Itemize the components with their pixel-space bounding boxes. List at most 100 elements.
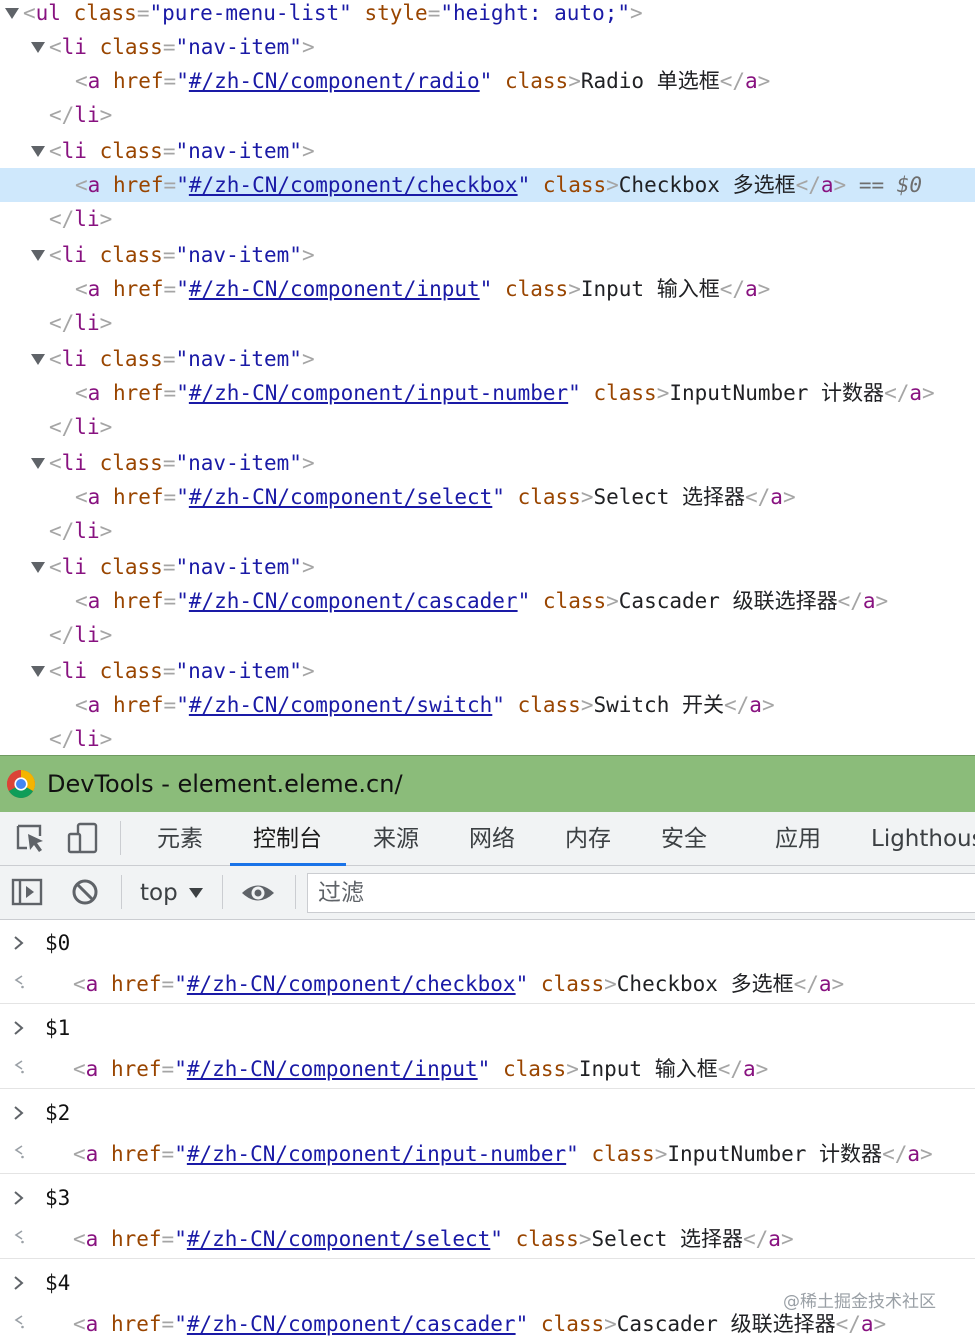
a-tag: a: [87, 485, 101, 509]
href-link[interactable]: #/zh-CN/component/input: [187, 1057, 478, 1081]
class-attr: class: [540, 972, 605, 996]
tree-node-a[interactable]: <a href="#/zh-CN/component/checkbox" cla…: [0, 168, 975, 202]
link-text: Input 输入框: [580, 277, 720, 301]
collapse-triangle-icon[interactable]: [29, 238, 45, 272]
class-attr: class: [591, 1142, 655, 1166]
tree-node-a[interactable]: <a href="#/zh-CN/component/input-number"…: [0, 376, 975, 410]
inspect-element-icon[interactable]: [10, 812, 48, 865]
collapse-triangle-icon[interactable]: [29, 134, 45, 168]
eye-icon[interactable]: [238, 866, 278, 919]
li-class-attr: class: [99, 555, 163, 579]
tree-node-li[interactable]: <li class="nav-item">: [0, 550, 975, 584]
chevron-down-icon[interactable]: [189, 888, 203, 898]
collapse-triangle-icon[interactable]: [29, 654, 45, 688]
clear-console-icon[interactable]: [66, 866, 104, 919]
href-link[interactable]: #/zh-CN/component/radio: [189, 69, 480, 93]
tree-node-a[interactable]: <a href="#/zh-CN/component/input" class>…: [0, 272, 975, 306]
toolbar-separator: [295, 875, 296, 909]
class-attr: class: [540, 1312, 605, 1336]
class-attr: class: [502, 1057, 567, 1081]
collapse-triangle-icon[interactable]: [29, 446, 45, 480]
tree-node-a[interactable]: <a href="#/zh-CN/component/radio" class>…: [0, 64, 975, 98]
href-link[interactable]: #/zh-CN/component/select: [189, 485, 492, 509]
li-close-tag: li: [74, 311, 100, 335]
tree-node-li[interactable]: <li class="nav-item">: [0, 30, 975, 64]
tree-node-a[interactable]: <a href="#/zh-CN/component/cascader" cla…: [0, 584, 975, 618]
console-command: $0: [0, 926, 975, 960]
href-attr: href: [112, 277, 164, 301]
console-command: $3: [0, 1181, 975, 1215]
tab-lighthouse[interactable]: Lighthouse: [871, 812, 975, 865]
collapse-triangle-icon[interactable]: [29, 30, 45, 64]
tree-node-li[interactable]: <li class="nav-item">: [0, 446, 975, 480]
device-toolbar-icon[interactable]: [64, 812, 102, 865]
a-tag: a: [85, 1312, 99, 1336]
li-close-tag: li: [74, 623, 100, 647]
href-link[interactable]: #/zh-CN/component/select: [187, 1227, 490, 1251]
tree-node-li[interactable]: <li class="nav-item">: [0, 238, 975, 272]
href-attr: href: [110, 1227, 162, 1251]
collapse-triangle-icon[interactable]: [3, 0, 19, 30]
link-text: InputNumber 计数器: [667, 1142, 883, 1166]
tab-memory[interactable]: 内存: [565, 812, 611, 865]
console-result[interactable]: <a href="#/zh-CN/component/checkbox" cla…: [0, 967, 975, 1001]
link-text: Input 输入框: [578, 1057, 718, 1081]
href-attr: href: [112, 589, 164, 613]
console-result[interactable]: <a href="#/zh-CN/component/select" class…: [0, 1222, 975, 1256]
li-tag: li: [61, 659, 87, 683]
console-message: $3 <a href="#/zh-CN/component/select" cla…: [0, 1175, 975, 1259]
ul-style-attr: style: [364, 1, 428, 25]
console-result[interactable]: <a href="#/zh-CN/component/input-number"…: [0, 1137, 975, 1171]
href-link[interactable]: #/zh-CN/component/checkbox: [189, 173, 518, 197]
command-chevron-icon: [14, 936, 24, 950]
href-attr: href: [110, 972, 162, 996]
a-tag: a: [85, 1142, 99, 1166]
tab-sources[interactable]: 来源: [373, 812, 419, 865]
command-text: $0: [45, 931, 71, 955]
href-link[interactable]: #/zh-CN/component/input-number: [189, 381, 568, 405]
console-command: $2: [0, 1096, 975, 1130]
li-class-value: nav-item: [188, 139, 290, 163]
tree-node-li[interactable]: <li class="nav-item">: [0, 654, 975, 688]
sidebar-toggle-icon[interactable]: [8, 866, 46, 919]
href-link[interactable]: #/zh-CN/component/cascader: [187, 1312, 516, 1336]
li-class-value: nav-item: [188, 659, 290, 683]
tab-security[interactable]: 安全: [661, 812, 707, 865]
a-tag: a: [87, 277, 101, 301]
class-attr: class: [515, 1227, 579, 1251]
li-class-attr: class: [99, 451, 163, 475]
tab-application[interactable]: 应用: [775, 812, 821, 865]
collapse-triangle-icon[interactable]: [29, 342, 45, 376]
tree-node-a[interactable]: <a href="#/zh-CN/component/select" class…: [0, 480, 975, 514]
tree-node-li[interactable]: <li class="nav-item">: [0, 134, 975, 168]
context-selector[interactable]: top: [140, 866, 178, 920]
tree-node-a[interactable]: <a href="#/zh-CN/component/switch" class…: [0, 688, 975, 722]
tree-node-li-close: </li>: [49, 207, 113, 231]
href-link[interactable]: #/zh-CN/component/input-number: [187, 1142, 566, 1166]
command-chevron-icon: [14, 1106, 24, 1120]
tab-network[interactable]: 网络: [469, 812, 515, 865]
tab-elements[interactable]: 元素: [157, 812, 203, 865]
a-tag: a: [87, 69, 101, 93]
href-link[interactable]: #/zh-CN/component/input: [189, 277, 480, 301]
collapse-triangle-icon[interactable]: [29, 550, 45, 584]
tree-node-li-close: </li>: [49, 415, 113, 439]
href-link[interactable]: #/zh-CN/component/cascader: [189, 589, 518, 613]
command-text: $4: [45, 1271, 71, 1295]
li-close-tag: li: [74, 727, 100, 751]
href-link[interactable]: #/zh-CN/component/checkbox: [187, 972, 516, 996]
tree-node-ul[interactable]: <ul class="pure-menu-list" style="height…: [0, 0, 975, 30]
toolbar-separator: [121, 875, 122, 909]
console-result[interactable]: <a href="#/zh-CN/component/input" class>…: [0, 1052, 975, 1086]
class-attr: class: [542, 589, 607, 613]
li-tag: li: [61, 243, 87, 267]
tree-node-li[interactable]: <li class="nav-item">: [0, 342, 975, 376]
tab-console[interactable]: 控制台: [230, 812, 346, 866]
href-link[interactable]: #/zh-CN/component/switch: [189, 693, 492, 717]
console-filter-input[interactable]: [307, 873, 975, 913]
href-attr: href: [110, 1312, 162, 1336]
a-tag: a: [87, 693, 101, 717]
console-message: $0 <a href="#/zh-CN/component/checkbox" c…: [0, 920, 975, 1004]
href-attr: href: [112, 693, 164, 717]
href-attr: href: [112, 69, 164, 93]
